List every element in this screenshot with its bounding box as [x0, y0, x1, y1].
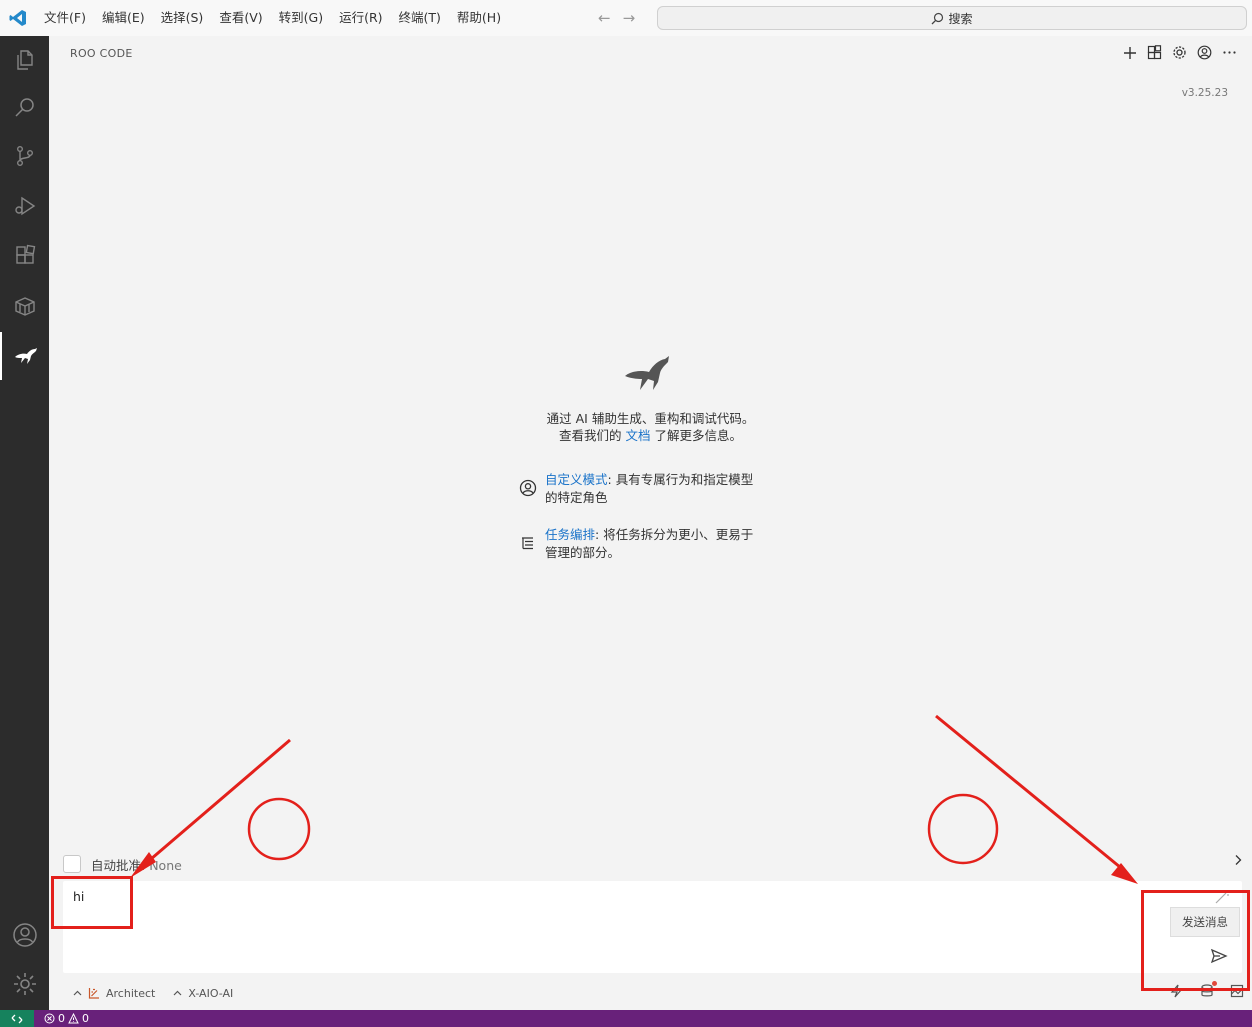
welcome-description: 通过 AI 辅助生成、重构和调试代码。 查看我们的 文档 了解更多信息。 [547, 410, 755, 444]
activity-bar [0, 36, 49, 1010]
vscode-logo-icon [0, 0, 36, 36]
profile-label: X-AIO-AI [188, 986, 234, 1000]
error-count: 0 [58, 1012, 65, 1025]
back-arrow-icon[interactable]: ← [598, 9, 611, 27]
user-circle-icon [519, 479, 537, 497]
settings-gear-icon[interactable] [1171, 44, 1188, 61]
remote-indicator-icon[interactable] [0, 1010, 34, 1027]
docs-link[interactable]: 文档 [625, 428, 650, 443]
warning-icon [68, 1013, 79, 1024]
welcome-line-2: 查看我们的 文档 了解更多信息。 [558, 428, 742, 443]
run-debug-icon[interactable] [0, 182, 49, 230]
account-icon[interactable] [0, 911, 49, 959]
problems-indicator[interactable]: 0 0 [44, 1012, 89, 1025]
menu-selection[interactable]: 选择(S) [153, 6, 212, 30]
extensions-icon[interactable] [0, 232, 49, 280]
feature-custom-modes: 自定义模式: 具有专属行为和指定模型 的特定角色 [519, 471, 753, 507]
chat-bottom-bar: Architect X-AIO-AI [63, 981, 1244, 1003]
menu-edit[interactable]: 编辑(E) [94, 6, 153, 30]
task-list-icon [522, 537, 533, 550]
version-label: v3.25.23 [1181, 87, 1228, 99]
search-icon [932, 12, 944, 24]
new-task-plus-icon[interactable] [1121, 44, 1138, 61]
task-orchestration-link[interactable]: 任务编排 [545, 527, 595, 542]
roo-code-icon[interactable] [0, 332, 49, 380]
auto-approve-value: None [149, 857, 182, 873]
chevron-right-icon[interactable] [1233, 854, 1243, 870]
annotation-box-send [1141, 890, 1250, 991]
status-bar: 0 0 [0, 1010, 1252, 1027]
mode-label: Architect [106, 986, 156, 1000]
command-search-box[interactable]: 搜索 [657, 6, 1247, 30]
menu-go[interactable]: 转到(G) [271, 6, 331, 30]
search-sidebar-icon[interactable] [0, 84, 49, 132]
source-control-icon[interactable] [0, 132, 49, 180]
chevron-up-icon [73, 990, 82, 996]
feature-task-orchestration: 任务编排: 将任务拆分为更小、更易于 管理的部分。 [519, 526, 753, 562]
architect-mode-icon [88, 988, 99, 999]
mode-selector[interactable]: Architect [73, 987, 155, 1000]
auto-approve-label: 自动批准: None [91, 857, 182, 873]
menu-bar: 文件(F) 编辑(E) 选择(S) 查看(V) 转到(G) 运行(R) 终端(T… [36, 6, 509, 30]
search-placeholder: 搜索 [948, 11, 973, 26]
forward-arrow-icon[interactable]: → [623, 9, 636, 27]
annotation-box-input [51, 876, 133, 929]
manage-gear-icon[interactable] [0, 960, 49, 1008]
panel-actions [1121, 44, 1238, 61]
custom-modes-link[interactable]: 自定义模式 [545, 472, 608, 487]
explorer-icon[interactable] [0, 36, 49, 84]
more-actions-icon[interactable] [1221, 44, 1238, 61]
auto-approve-checkbox[interactable] [63, 855, 81, 873]
menu-view[interactable]: 查看(V) [211, 6, 270, 30]
auto-approve-row[interactable]: 自动批准: None [63, 854, 1243, 874]
containers-icon[interactable] [0, 282, 49, 330]
roo-code-panel: ROO CODE v3.25.23 通过 AI 辅助生成、重构和调试代码。 查看… [49, 36, 1252, 1010]
chevron-up-icon [173, 990, 182, 996]
menu-run[interactable]: 运行(R) [331, 6, 390, 30]
menu-help[interactable]: 帮助(H) [449, 6, 509, 30]
kangaroo-logo-icon [624, 356, 669, 390]
marketplace-icon[interactable] [1146, 44, 1163, 61]
account-circle-icon[interactable] [1196, 44, 1213, 61]
welcome-line-1: 通过 AI 辅助生成、重构和调试代码。 [546, 411, 755, 426]
chat-input-area[interactable]: hi 发送消息 [63, 881, 1242, 973]
menu-terminal[interactable]: 终端(T) [391, 6, 449, 30]
panel-title: ROO CODE [70, 47, 133, 60]
menu-file[interactable]: 文件(F) [36, 6, 94, 30]
api-profile-selector[interactable]: X-AIO-AI [173, 987, 233, 1000]
error-icon [44, 1013, 55, 1024]
welcome-section: 通过 AI 辅助生成、重构和调试代码。 查看我们的 文档 了解更多信息。 [49, 352, 1252, 444]
title-bar: 文件(F) 编辑(E) 选择(S) 查看(V) 转到(G) 运行(R) 终端(T… [0, 0, 1252, 36]
warning-count: 0 [82, 1012, 89, 1025]
